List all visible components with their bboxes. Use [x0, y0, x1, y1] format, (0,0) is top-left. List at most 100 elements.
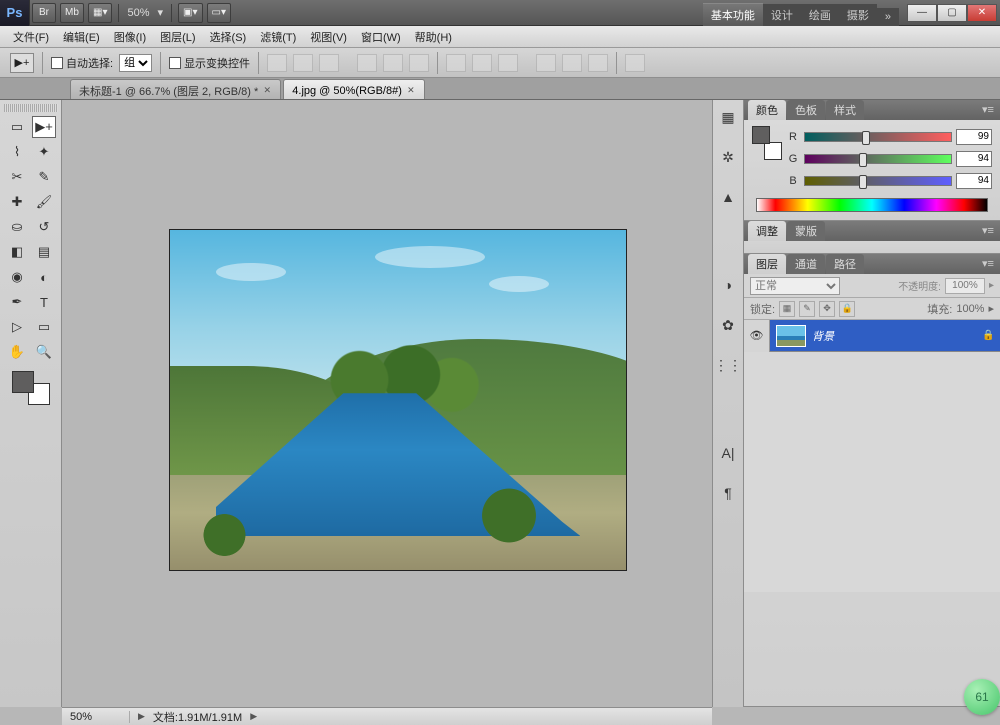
info-panel-icon[interactable]: ▲ — [717, 186, 739, 208]
marquee-tool-icon[interactable]: ▭ — [5, 116, 29, 138]
type-tool-icon[interactable]: T — [32, 291, 56, 313]
menu-window[interactable]: 窗口(W) — [354, 27, 408, 47]
workspace-tab-essentials[interactable]: 基本功能 — [703, 3, 763, 26]
document-tab[interactable]: 未标题-1 @ 66.7% (图层 2, RGB/8) * ✕ — [70, 79, 281, 99]
fill-input[interactable]: 100% — [956, 303, 984, 315]
layer-thumbnail[interactable] — [776, 325, 806, 347]
align-button[interactable] — [357, 54, 377, 72]
appbar-btn-screen[interactable]: ▭▾ — [207, 3, 231, 23]
chevron-icon[interactable]: ▸ — [988, 302, 994, 315]
appbar-btn-br[interactable]: Br — [32, 3, 56, 23]
lasso-tool-icon[interactable]: ⌇ — [5, 141, 29, 163]
layer-visibility-icon[interactable]: 👁 — [744, 320, 770, 352]
menu-layer[interactable]: 图层(L) — [153, 27, 202, 47]
distribute-button[interactable] — [536, 54, 556, 72]
menu-file[interactable]: 文件(F) — [6, 27, 56, 47]
appbar-btn-viewgrid[interactable]: ▦▾ — [88, 3, 112, 23]
panel-color-swatches[interactable] — [752, 126, 782, 160]
quickselect-tool-icon[interactable]: ✦ — [32, 141, 56, 163]
distribute-button[interactable] — [472, 54, 492, 72]
lock-transparent-icon[interactable]: ▦ — [779, 301, 795, 317]
window-close-button[interactable]: ✕ — [967, 4, 997, 22]
align-button[interactable] — [409, 54, 429, 72]
character-panel-icon[interactable]: A| — [717, 442, 739, 464]
panel-tab-color[interactable]: 颜色 — [748, 100, 786, 120]
panel-tab-styles[interactable]: 样式 — [826, 100, 864, 120]
align-button[interactable] — [319, 54, 339, 72]
gradient-tool-icon[interactable]: ▤ — [32, 241, 56, 263]
notification-bubble[interactable]: 61 — [964, 679, 1000, 715]
slider-knob[interactable] — [859, 175, 867, 189]
eraser-tool-icon[interactable]: ◧ — [5, 241, 29, 263]
blend-mode-select[interactable]: 正常 — [750, 277, 840, 295]
slider-knob[interactable] — [859, 153, 867, 167]
auto-select-target[interactable]: 组 — [119, 54, 152, 72]
layer-name[interactable]: 背景 — [812, 328, 982, 344]
distribute-button[interactable] — [498, 54, 518, 72]
panel-menu-icon[interactable]: ▾≡ — [982, 257, 996, 269]
document-canvas[interactable] — [170, 230, 626, 570]
menu-view[interactable]: 视图(V) — [303, 27, 354, 47]
lock-move-icon[interactable]: ✥ — [819, 301, 835, 317]
chevron-right-icon[interactable]: ▶ — [138, 711, 145, 722]
auto-align-button[interactable] — [625, 54, 645, 72]
zoom-tool-icon[interactable]: 🔍 — [32, 341, 56, 363]
chevron-icon[interactable]: ▸ — [989, 280, 994, 291]
move-tool-icon[interactable]: ▶+ — [32, 116, 56, 138]
panel-menu-icon[interactable]: ▾≡ — [982, 224, 996, 236]
distribute-button[interactable] — [588, 54, 608, 72]
workspace-tab-more[interactable]: » — [877, 8, 899, 26]
chevron-down-icon[interactable]: ▾ — [158, 6, 164, 19]
layer-row[interactable]: 👁 背景 🔒 — [744, 320, 1000, 352]
g-value-input[interactable]: 94 — [956, 151, 992, 167]
brush-tool-icon[interactable]: 🖌 — [32, 191, 56, 213]
layers-empty-area[interactable] — [744, 352, 1000, 592]
r-slider[interactable] — [804, 132, 952, 142]
pen-tool-icon[interactable]: ✒ — [5, 291, 29, 313]
styles-panel-icon[interactable]: ✿ — [717, 314, 739, 336]
healing-tool-icon[interactable]: ✚ — [5, 191, 29, 213]
menu-help[interactable]: 帮助(H) — [408, 27, 459, 47]
auto-select-checkbox[interactable] — [51, 57, 63, 69]
document-tab[interactable]: 4.jpg @ 50%(RGB/8#) ✕ — [283, 79, 425, 99]
workspace-tab-design[interactable]: 设计 — [763, 4, 801, 26]
chevron-right-icon[interactable]: ▶ — [250, 711, 257, 722]
panel-tab-paths[interactable]: 路径 — [826, 254, 864, 274]
menu-image[interactable]: 图像(I) — [107, 27, 153, 47]
b-value-input[interactable]: 94 — [956, 173, 992, 189]
crop-tool-icon[interactable]: ✂ — [5, 166, 29, 188]
adjust-panel-icon[interactable]: ◑ — [717, 274, 739, 296]
show-transform-option[interactable]: 显示变换控件 — [169, 55, 250, 71]
workspace-tab-painting[interactable]: 绘画 — [801, 4, 839, 26]
distribute-button[interactable] — [446, 54, 466, 72]
menu-edit[interactable]: 编辑(E) — [56, 27, 107, 47]
lock-paint-icon[interactable]: ✎ — [799, 301, 815, 317]
slider-knob[interactable] — [862, 131, 870, 145]
menu-select[interactable]: 选择(S) — [203, 27, 254, 47]
shape-tool-icon[interactable]: ▭ — [32, 316, 56, 338]
status-docinfo[interactable]: 文档:1.91M/1.91M — [153, 709, 242, 725]
panel-grip[interactable] — [4, 104, 58, 112]
panel-tab-swatches[interactable]: 色板 — [787, 100, 825, 120]
appbar-btn-arrange[interactable]: ▣▾ — [178, 3, 202, 23]
blur-tool-icon[interactable]: ◉ — [5, 266, 29, 288]
distribute-button[interactable] — [562, 54, 582, 72]
foreground-color-swatch[interactable] — [12, 371, 34, 393]
appbar-zoom[interactable]: 50% — [127, 7, 149, 19]
window-maximize-button[interactable]: ▢ — [937, 4, 967, 22]
status-zoom[interactable]: 50% — [70, 711, 130, 723]
history-brush-tool-icon[interactable]: ↺ — [32, 216, 56, 238]
align-button[interactable] — [383, 54, 403, 72]
eyedropper-tool-icon[interactable]: ✎ — [32, 166, 56, 188]
r-value-input[interactable]: 99 — [956, 129, 992, 145]
paragraph-panel-icon[interactable]: ¶ — [717, 482, 739, 504]
auto-select-option[interactable]: 自动选择: — [51, 55, 113, 71]
hand-tool-icon[interactable]: ✋ — [5, 341, 29, 363]
g-slider[interactable] — [804, 154, 952, 164]
canvas-area[interactable] — [62, 100, 712, 707]
stamp-tool-icon[interactable]: ⛀ — [5, 216, 29, 238]
panel-tab-channels[interactable]: 通道 — [787, 254, 825, 274]
close-icon[interactable]: ✕ — [262, 86, 272, 96]
panel-tab-layers[interactable]: 图层 — [748, 254, 786, 274]
dodge-tool-icon[interactable]: ◐ — [32, 266, 56, 288]
